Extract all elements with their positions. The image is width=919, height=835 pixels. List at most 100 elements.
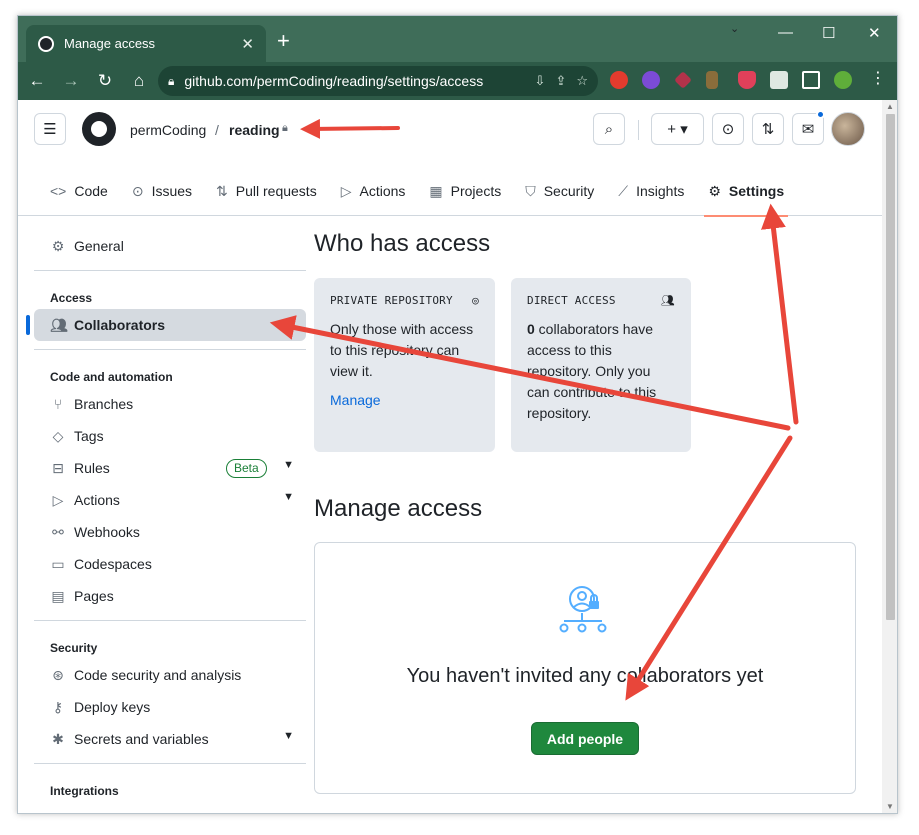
people-icon: 👥︎ <box>50 316 68 333</box>
sidebar-heading-access: Access <box>50 291 93 305</box>
repo-name-link[interactable]: reading <box>229 122 280 138</box>
chevron-down-icon[interactable]: ▼ <box>283 491 294 503</box>
tab-settings[interactable]: ⚙ Settings <box>696 166 796 217</box>
sidebar-item-tags[interactable]: ◇ Tags <box>34 420 306 452</box>
menu-kebab-icon[interactable]: ⋮ <box>870 71 888 89</box>
create-new-button[interactable]: + ▾ <box>651 113 704 145</box>
sidebar-item-code-security[interactable]: ⊛ Code security and analysis <box>34 659 306 691</box>
sidebar-heading-automation: Code and automation <box>50 370 173 384</box>
tab-issues[interactable]: ⊙ Issues <box>120 166 204 216</box>
bookmark-star-icon[interactable]: ☆ <box>576 73 588 89</box>
extension-icon[interactable] <box>674 71 692 89</box>
github-logo-icon[interactable] <box>82 112 116 146</box>
tab-issues-label: Issues <box>151 183 193 199</box>
search-icon[interactable]: ⌕ <box>593 113 625 145</box>
tab-search-icon[interactable]: ⌄ <box>730 22 885 35</box>
graph-icon: ⟋ <box>618 182 629 199</box>
repo-owner-link[interactable]: permCoding <box>130 122 206 138</box>
hamburger-menu-icon[interactable]: ☰ <box>34 113 66 145</box>
minimize-button[interactable]: — <box>778 24 793 41</box>
tab-projects-label: Projects <box>450 183 502 199</box>
issues-tab-icon: ⊙ <box>131 182 144 199</box>
page-scrollbar[interactable]: ▲ ▼ <box>882 100 897 813</box>
card-heading: PRIVATE REPOSITORY <box>330 294 453 307</box>
gear-icon: ⚙ <box>51 237 65 254</box>
manage-access-title: Manage access <box>314 495 483 522</box>
sidebar-item-webhooks[interactable]: ⚯ Webhooks <box>34 516 306 548</box>
pilcrow-extension-icon[interactable] <box>706 71 718 89</box>
add-people-button[interactable]: Add people <box>531 722 639 755</box>
card-body-text: collaborators have access to this reposi… <box>527 321 657 421</box>
pull-requests-icon[interactable]: ⇅ <box>752 113 784 145</box>
manage-link[interactable]: Manage <box>330 392 479 408</box>
table-icon: ▦ <box>429 182 443 199</box>
address-bar[interactable]: 🔒︎ github.com/permCoding/reading/setting… <box>158 66 598 96</box>
browser-window: Manage access ✕ + ⌄ — ☐ ✕ ← → ↻ ⌂ 🔒︎ git… <box>17 15 898 814</box>
user-avatar[interactable] <box>831 112 865 146</box>
pull-request-icon: ⇅ <box>216 182 228 199</box>
sidebar-item-secrets[interactable]: ✱ Secrets and variables ▼ <box>34 723 306 755</box>
sidebar-divider <box>34 763 306 764</box>
chevron-down-icon[interactable]: ▼ <box>283 730 294 742</box>
sidebar-item-rules[interactable]: ⊟ Rules Beta ▼ <box>34 452 306 484</box>
sidebar-item-branches[interactable]: ⑂ Branches <box>34 388 306 420</box>
sidebar-item-collaborators[interactable]: 👥︎ Collaborators <box>26 309 306 341</box>
tab-actions[interactable]: ▷ Actions <box>329 166 418 216</box>
sidebar-item-pages[interactable]: ▤ Pages <box>34 580 306 612</box>
beta-badge: Beta <box>226 459 267 478</box>
install-icon[interactable]: ⇩ <box>535 73 546 89</box>
scroll-down-icon[interactable]: ▼ <box>886 802 894 811</box>
forward-arrow-icon[interactable]: → <box>56 71 86 91</box>
close-window-button[interactable]: ✕ <box>868 24 881 42</box>
sidebar-item-general[interactable]: ⚙ General <box>34 230 306 262</box>
back-arrow-icon[interactable]: ← <box>22 71 52 91</box>
tab-insights[interactable]: ⟋ Insights <box>606 166 696 216</box>
collaborators-illustration-icon <box>559 586 607 633</box>
main-content: Who has access PRIVATE REPOSITORY ◎ Only … <box>314 230 859 794</box>
tab-close-icon[interactable]: ✕ <box>241 35 254 53</box>
sidebar-item-actions[interactable]: ▷ Actions ▼ <box>34 484 306 516</box>
tab-security-label: Security <box>543 183 595 199</box>
chevron-down-icon[interactable]: ▼ <box>283 459 294 471</box>
scroll-thumb[interactable] <box>886 114 895 620</box>
puzzle-extensions-icon[interactable] <box>770 71 788 89</box>
tab-pull-requests[interactable]: ⇅ Pull requests <box>204 166 329 216</box>
tab-settings-label: Settings <box>728 183 785 199</box>
notification-dot <box>816 110 825 119</box>
tab-insights-label: Insights <box>636 183 685 199</box>
vpn-extension-icon[interactable] <box>642 71 660 89</box>
eye-closed-icon: ◎ <box>472 294 479 307</box>
profile-icon[interactable] <box>834 71 852 89</box>
gear-icon: ⚙ <box>708 182 721 199</box>
pocket-extension-icon[interactable] <box>738 71 756 89</box>
sidebar-item-codespaces[interactable]: ▭ Codespaces <box>34 548 306 580</box>
home-icon[interactable]: ⌂ <box>124 71 154 91</box>
issues-icon[interactable]: ⊙ <box>712 113 744 145</box>
who-has-access-title: Who has access <box>314 230 491 257</box>
tab-security[interactable]: ⛉ Security <box>513 166 606 216</box>
sidebar-item-label: Deploy keys <box>74 699 151 715</box>
new-tab-button[interactable]: + <box>277 30 290 52</box>
browser-tab[interactable]: Manage access ✕ <box>26 25 266 62</box>
lock-icon: 🔒︎ <box>168 73 175 88</box>
play-icon: ▷ <box>340 182 352 199</box>
adblock-extension-icon[interactable] <box>610 71 628 89</box>
sidebar-item-label: Pages <box>74 588 114 604</box>
sidebar-item-label: Actions <box>74 492 120 508</box>
sidebar-item-deploy-keys[interactable]: ⚷ Deploy keys <box>34 691 306 723</box>
tab-code[interactable]: <> Code <box>38 166 120 216</box>
reload-icon[interactable]: ↻ <box>90 71 120 91</box>
tab-projects[interactable]: ▦ Projects <box>417 166 513 216</box>
sidebar-divider <box>34 270 306 271</box>
sidebar-item-label: Branches <box>74 396 134 412</box>
sidebar-item-label: Collaborators <box>74 317 166 333</box>
tab-strip: Manage access ✕ + ⌄ — ☐ ✕ <box>18 16 897 62</box>
scroll-up-icon[interactable]: ▲ <box>886 102 894 111</box>
maximize-button[interactable]: ☐ <box>822 24 835 42</box>
github-favicon-icon <box>38 35 54 52</box>
header-divider <box>638 120 639 140</box>
sidepanel-icon[interactable] <box>802 71 820 89</box>
tab-title: Manage access <box>64 36 156 51</box>
share-icon[interactable]: ⇪ <box>555 73 566 89</box>
sidebar-heading-security: Security <box>50 641 98 655</box>
